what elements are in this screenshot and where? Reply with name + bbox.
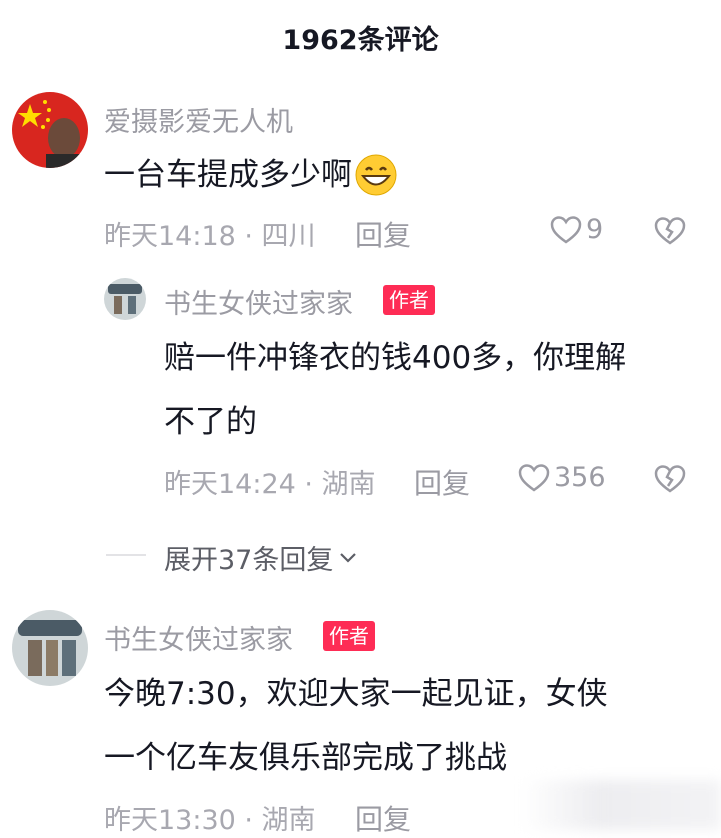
reply-username[interactable]: 书生女侠过家家 [164, 282, 353, 321]
avatar[interactable] [12, 610, 88, 686]
heart-outline-icon [550, 215, 582, 244]
reply-button[interactable]: 回复 [414, 462, 470, 502]
dislike-button[interactable] [653, 464, 687, 498]
expand-replies-label: 展开37条回复 [164, 545, 334, 576]
chevron-down-icon [340, 552, 357, 563]
comment-text: 一台车提成多少啊 [104, 143, 398, 207]
comment-text-content: 一台车提成多少啊 [104, 157, 352, 193]
comment-time-location: 昨天14:18 · 四川 [104, 221, 316, 252]
reply-button[interactable]: 回复 [355, 214, 411, 254]
author-badge: 作者 [323, 621, 375, 651]
grinning-face-icon [355, 154, 397, 196]
reply-button[interactable]: 回复 [355, 798, 411, 838]
broken-heart-icon [654, 217, 686, 245]
reply-time-location: 昨天14:24 · 湖南 [164, 469, 376, 500]
expand-replies-button[interactable]: 展开37条回复 [164, 538, 357, 577]
reply-text-line1: 赔一件冲锋衣的钱400多，你理解 [164, 340, 627, 376]
avatar-car-interior-icon [104, 278, 146, 320]
expand-divider [106, 554, 146, 556]
comment-username[interactable]: 爱摄影爱无人机 [104, 100, 293, 139]
heart-outline-icon [518, 463, 550, 492]
reply-text-line2: 不了的 [164, 404, 257, 440]
bottom-fade-overlay [520, 780, 721, 830]
comments-count-title: 1962条评论 [282, 25, 439, 56]
comment-time-location: 昨天13:30 · 湖南 [104, 805, 316, 836]
like-count: 356 [554, 462, 606, 493]
comment-text-line2: 一个亿车友俱乐部完成了挑战 [104, 740, 507, 776]
avatar[interactable] [12, 92, 88, 168]
like-button[interactable]: 9 [550, 214, 603, 245]
like-count: 9 [586, 214, 604, 245]
avatar[interactable] [104, 278, 146, 320]
avatar-car-interior-icon [12, 610, 88, 686]
comment-username[interactable]: 书生女侠过家家 [104, 618, 293, 657]
dislike-button[interactable] [653, 216, 687, 250]
like-button[interactable]: 356 [518, 462, 606, 493]
comment-text-line1: 今晚7:30，欢迎大家一起见证，女侠 [104, 676, 608, 712]
avatar-flag-portrait-icon [12, 92, 88, 168]
author-badge: 作者 [383, 285, 435, 315]
broken-heart-icon [654, 465, 686, 493]
